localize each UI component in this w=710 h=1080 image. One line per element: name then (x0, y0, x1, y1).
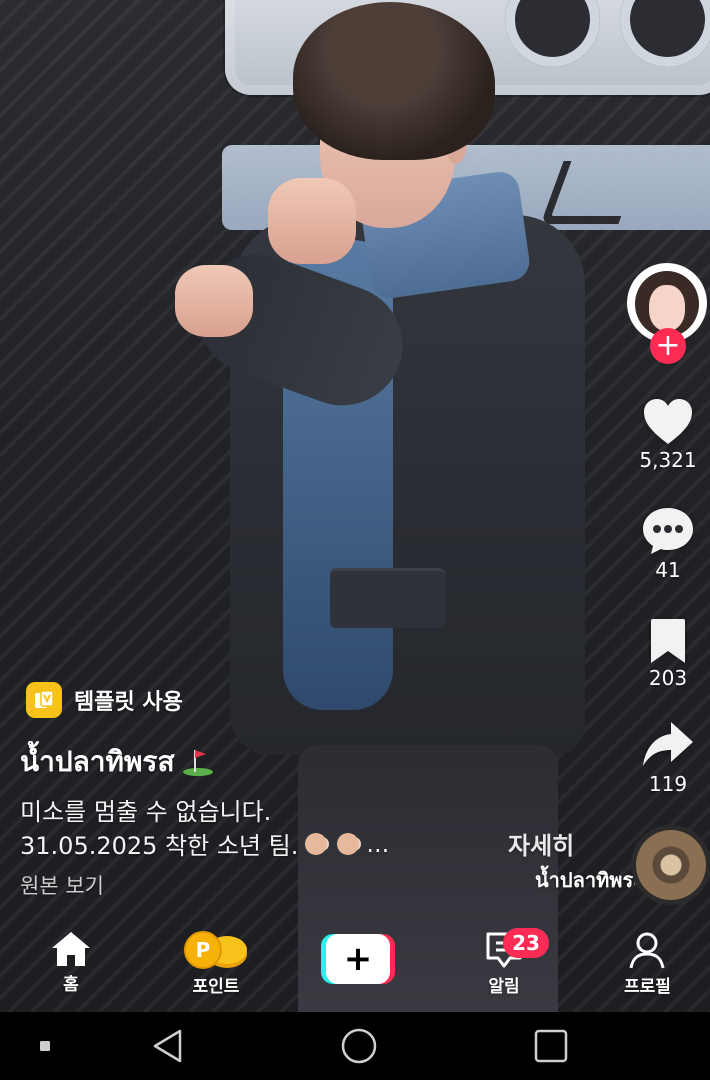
nav-points[interactable]: P 포인트 (183, 930, 249, 997)
golf-flag-icon (182, 750, 213, 776)
clapping-hands-icon (337, 832, 360, 855)
nav-home[interactable]: 홈 (50, 930, 92, 995)
like-count: 5,321 (639, 448, 697, 472)
plus-icon: + (655, 328, 681, 363)
sign-figure (540, 161, 642, 224)
system-home-button[interactable] (340, 1012, 378, 1080)
inbox-badge: 23 (503, 928, 549, 958)
share-count: 119 (648, 772, 688, 796)
nav-points-label: 포인트 (192, 977, 240, 997)
comment-button[interactable]: 41 (630, 506, 706, 582)
nav-profile-label: 프로필 (624, 977, 671, 997)
clapping-hands-icon (305, 832, 328, 855)
caption-ellipsis: ... (366, 829, 390, 858)
sign-letter-ring (620, 0, 710, 67)
svg-text:P: P (196, 938, 211, 962)
nav-home-label: 홈 (63, 975, 79, 995)
creator-username[interactable]: น้ำปลาทิพรส (20, 740, 215, 784)
system-recents-button[interactable] (533, 1012, 569, 1080)
home-circle-icon (341, 1028, 377, 1064)
template-icon (26, 682, 62, 718)
coins-icon: P (184, 931, 247, 969)
avatar-face (649, 285, 685, 331)
system-nav-bar (0, 1012, 710, 1080)
bookmark-count: 203 (648, 666, 688, 690)
sound-name[interactable]: น้ำปลาทิพรส (535, 864, 635, 896)
comment-icon (643, 508, 693, 554)
caption-line-1: 미소를 멈출 수 없습니다. (20, 798, 272, 826)
profile-icon (629, 932, 665, 969)
person-fist-right (268, 178, 356, 264)
use-template-button[interactable]: 템플릿 사용 (26, 682, 183, 718)
system-menu-button[interactable] (38, 1012, 52, 1080)
caption-line-2-text: 31.05.2025 착한 소년 팀. (20, 832, 299, 860)
person-hair (293, 2, 495, 160)
home-icon (52, 932, 90, 966)
bookmark-icon (651, 619, 685, 663)
system-back-button[interactable] (150, 1012, 186, 1080)
template-label: 템플릿 사용 (74, 690, 183, 715)
jacket-pocket (330, 568, 445, 628)
share-icon (643, 722, 693, 766)
username-text: น้ำปลาทิพรส (20, 745, 175, 778)
template-cards-icon (35, 690, 54, 708)
square-dot-icon (40, 1041, 50, 1051)
sound-disc[interactable] (636, 830, 706, 900)
bookmark-button[interactable]: 203 (630, 618, 706, 690)
like-button[interactable]: 5,321 (630, 398, 706, 472)
caption-line-2[interactable]: 31.05.2025 착한 소년 팀. ... (20, 826, 389, 861)
comment-count: 41 (655, 558, 681, 582)
view-original-link[interactable]: 원본 보기 (20, 870, 104, 900)
heart-icon (644, 399, 692, 444)
create-button[interactable]: + (321, 934, 395, 984)
back-triangle-icon (153, 1029, 182, 1063)
plus-icon: + (326, 934, 390, 984)
share-button[interactable]: 119 (630, 720, 706, 796)
nav-profile[interactable]: 프로필 (624, 930, 671, 997)
sign-letter-ring (505, 0, 600, 67)
person-fist-left (175, 265, 253, 337)
recents-square-icon (534, 1029, 568, 1063)
nav-inbox-label: 알림 (488, 977, 520, 997)
follow-button[interactable]: + (650, 328, 686, 364)
detail-label[interactable]: 자세히 (508, 826, 574, 861)
bottom-nav: 홈 P 포인트 + 알림 23 프로필 (0, 918, 710, 1012)
